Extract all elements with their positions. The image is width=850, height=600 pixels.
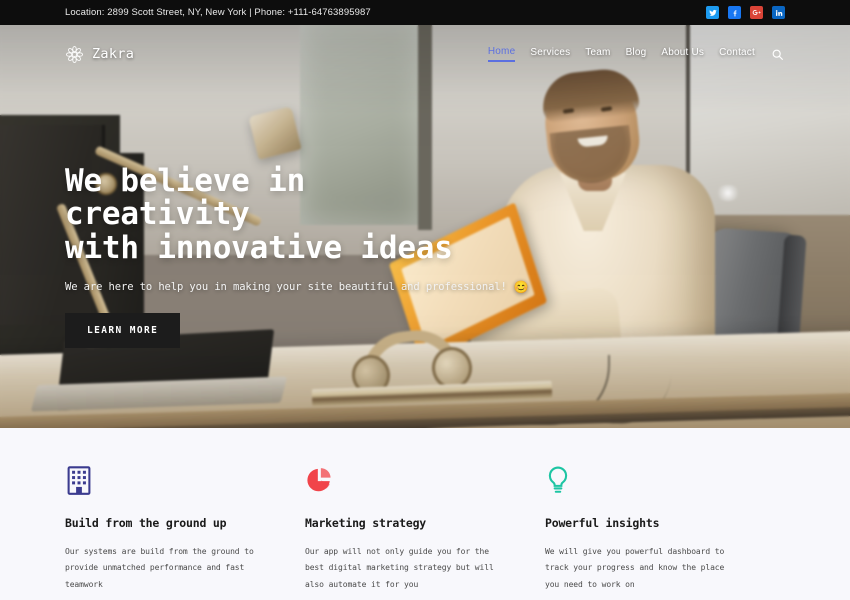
hero-subtitle: We are here to help you in making your s… — [65, 281, 507, 294]
brand-name: Zakra — [92, 46, 135, 62]
main-navigation: Home Services Team Blog About Us Contact — [487, 46, 785, 62]
top-bar-inner: Location: 2899 Scott Street, NY, New Yor… — [65, 6, 785, 19]
pie-chart-icon — [305, 464, 335, 496]
hero-banner: Zakra Home Services Team Blog About Us C… — [0, 25, 850, 428]
hero-subtitle-row: We are here to help you in making your s… — [65, 281, 785, 293]
contact-info-text: Location: 2899 Scott Street, NY, New Yor… — [65, 7, 371, 18]
lightbulb-icon — [545, 464, 575, 496]
feature-description: We will give you powerful dashboard to t… — [545, 547, 725, 589]
features-inner: Build from the ground up Our systems are… — [65, 464, 785, 593]
search-icon[interactable] — [770, 47, 785, 62]
nav-item-home[interactable]: Home — [487, 46, 516, 62]
nav-item-contact[interactable]: Contact — [719, 47, 755, 61]
feature-description: Our app will not only guide you for the … — [305, 547, 494, 589]
hero-title: We believe in creativity with innovative… — [65, 163, 495, 266]
hero-title-line-2: with innovative ideas — [65, 229, 453, 266]
facebook-icon[interactable] — [728, 6, 741, 19]
feature-title: Build from the ground up — [65, 516, 227, 530]
header-inner: Zakra Home Services Team Blog About Us C… — [65, 45, 785, 64]
page-root: Location: 2899 Scott Street, NY, New Yor… — [0, 0, 850, 600]
learn-more-button[interactable]: LEARN MORE — [65, 313, 181, 349]
hero-title-line-1: We believe in creativity — [65, 163, 306, 233]
google-plus-icon[interactable] — [750, 6, 763, 19]
twitter-icon[interactable] — [706, 6, 719, 19]
nav-item-blog[interactable]: Blog — [626, 47, 647, 61]
linkedin-icon[interactable] — [772, 6, 785, 19]
feature-description: Our systems are build from the ground to… — [65, 547, 254, 589]
social-links — [706, 6, 785, 19]
nav-item-about-us[interactable]: About Us — [661, 47, 704, 61]
smiley-emoji-icon: 😊 — [513, 280, 529, 295]
feature-card-build: Build from the ground up Our systems are… — [65, 464, 305, 593]
feature-title: Marketing strategy — [305, 516, 427, 530]
site-header: Zakra Home Services Team Blog About Us C… — [0, 25, 850, 83]
brand-logo[interactable]: Zakra — [65, 45, 134, 64]
features-section: Build from the ground up Our systems are… — [0, 428, 850, 600]
flower-logo-icon — [65, 45, 84, 64]
top-info-bar: Location: 2899 Scott Street, NY, New Yor… — [0, 0, 850, 25]
nav-item-services[interactable]: Services — [530, 47, 570, 61]
hero-content: We believe in creativity with innovative… — [0, 163, 850, 349]
nav-item-team[interactable]: Team — [585, 47, 610, 61]
feature-card-insights: Powerful insights We will give you power… — [545, 464, 785, 593]
hero-inner: We believe in creativity with innovative… — [65, 163, 785, 349]
feature-card-marketing: Marketing strategy Our app will not only… — [305, 464, 545, 593]
feature-title: Powerful insights — [545, 516, 660, 530]
building-icon — [65, 464, 95, 496]
